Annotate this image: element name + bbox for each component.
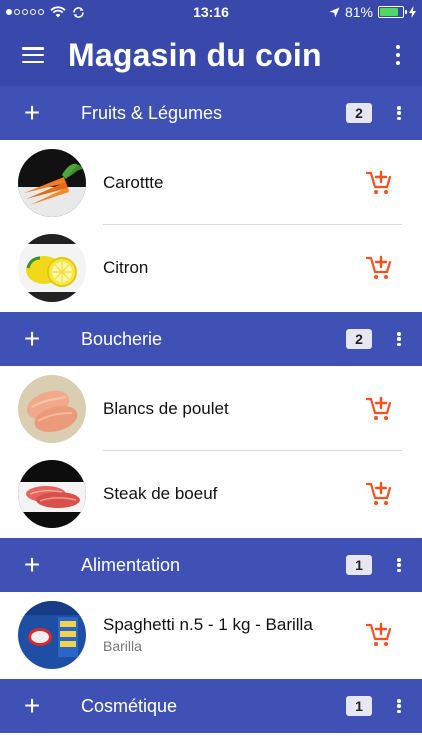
category-name: Cosmétique — [81, 695, 178, 716]
status-time: 13:16 — [193, 4, 229, 20]
battery-icon — [378, 6, 407, 18]
product-name: Blancs de poulet — [103, 398, 229, 418]
plus-icon[interactable]: + — [20, 325, 44, 353]
product-name: Carottte — [103, 172, 164, 192]
app-screen: 13:16 81% Magasin du coin + Fruits & Lég… — [0, 0, 422, 750]
plus-icon[interactable]: + — [20, 99, 44, 127]
category-header[interactable]: + Alimentation 1 — [0, 538, 422, 592]
category-count-badge: 2 — [346, 103, 372, 123]
plus-icon[interactable]: + — [20, 692, 44, 720]
category-header[interactable]: + Fruits & Légumes 2 — [0, 86, 422, 140]
location-arrow-icon — [329, 7, 340, 17]
charging-bolt-icon — [409, 6, 416, 18]
more-vertical-icon[interactable] — [392, 697, 406, 715]
product-brand: Barilla — [103, 638, 142, 654]
list-item[interactable]: Carottte — [0, 140, 422, 225]
app-bar: Magasin du coin — [0, 24, 422, 86]
category-count-badge: 1 — [346, 696, 372, 716]
more-vertical-icon[interactable] — [392, 330, 406, 348]
page-title: Magasin du coin — [68, 36, 322, 73]
category-name: Alimentation — [81, 554, 181, 575]
category-count-badge: 1 — [346, 555, 372, 575]
category-header[interactable]: + Cosmétique 1 — [0, 679, 422, 733]
add-shopping-cart-icon[interactable] — [365, 170, 392, 196]
add-shopping-cart-icon[interactable] — [365, 481, 392, 507]
category-name: Boucherie — [81, 328, 163, 349]
product-name: Spaghetti n.5 - 1 kg - Barilla — [103, 615, 313, 634]
product-thumbnail — [18, 459, 86, 528]
add-shopping-cart-icon[interactable] — [365, 622, 392, 648]
product-name: Steak de boeuf — [103, 483, 218, 503]
status-bar: 13:16 81% — [0, 0, 422, 24]
signal-strength-icon — [6, 9, 44, 15]
more-vertical-icon[interactable] — [392, 104, 406, 122]
category-count-badge: 2 — [346, 329, 372, 349]
category-list: + Fruits & Légumes 2 Carottte Citron + B… — [0, 86, 422, 733]
list-item[interactable]: Steak de boeuf — [0, 451, 422, 536]
plus-icon[interactable]: + — [20, 551, 44, 579]
add-shopping-cart-icon[interactable] — [365, 396, 392, 422]
product-thumbnail — [18, 233, 86, 302]
hamburger-icon[interactable] — [22, 47, 44, 63]
product-thumbnail — [18, 600, 86, 669]
product-thumbnail — [18, 148, 86, 217]
product-thumbnail — [18, 374, 86, 443]
list-item[interactable]: Spaghetti n.5 - 1 kg - Barilla Barilla — [0, 592, 422, 677]
category-name: Fruits & Légumes — [81, 102, 223, 123]
battery-percent: 81% — [344, 4, 373, 20]
more-vertical-icon[interactable] — [388, 43, 408, 67]
more-vertical-icon[interactable] — [392, 556, 406, 574]
sync-icon — [73, 6, 84, 18]
wifi-icon — [50, 6, 66, 18]
list-item[interactable]: Blancs de poulet — [0, 366, 422, 451]
category-header[interactable]: + Boucherie 2 — [0, 312, 422, 366]
list-item[interactable]: Citron — [0, 225, 422, 310]
add-shopping-cart-icon[interactable] — [365, 255, 392, 281]
product-name: Citron — [103, 257, 149, 277]
